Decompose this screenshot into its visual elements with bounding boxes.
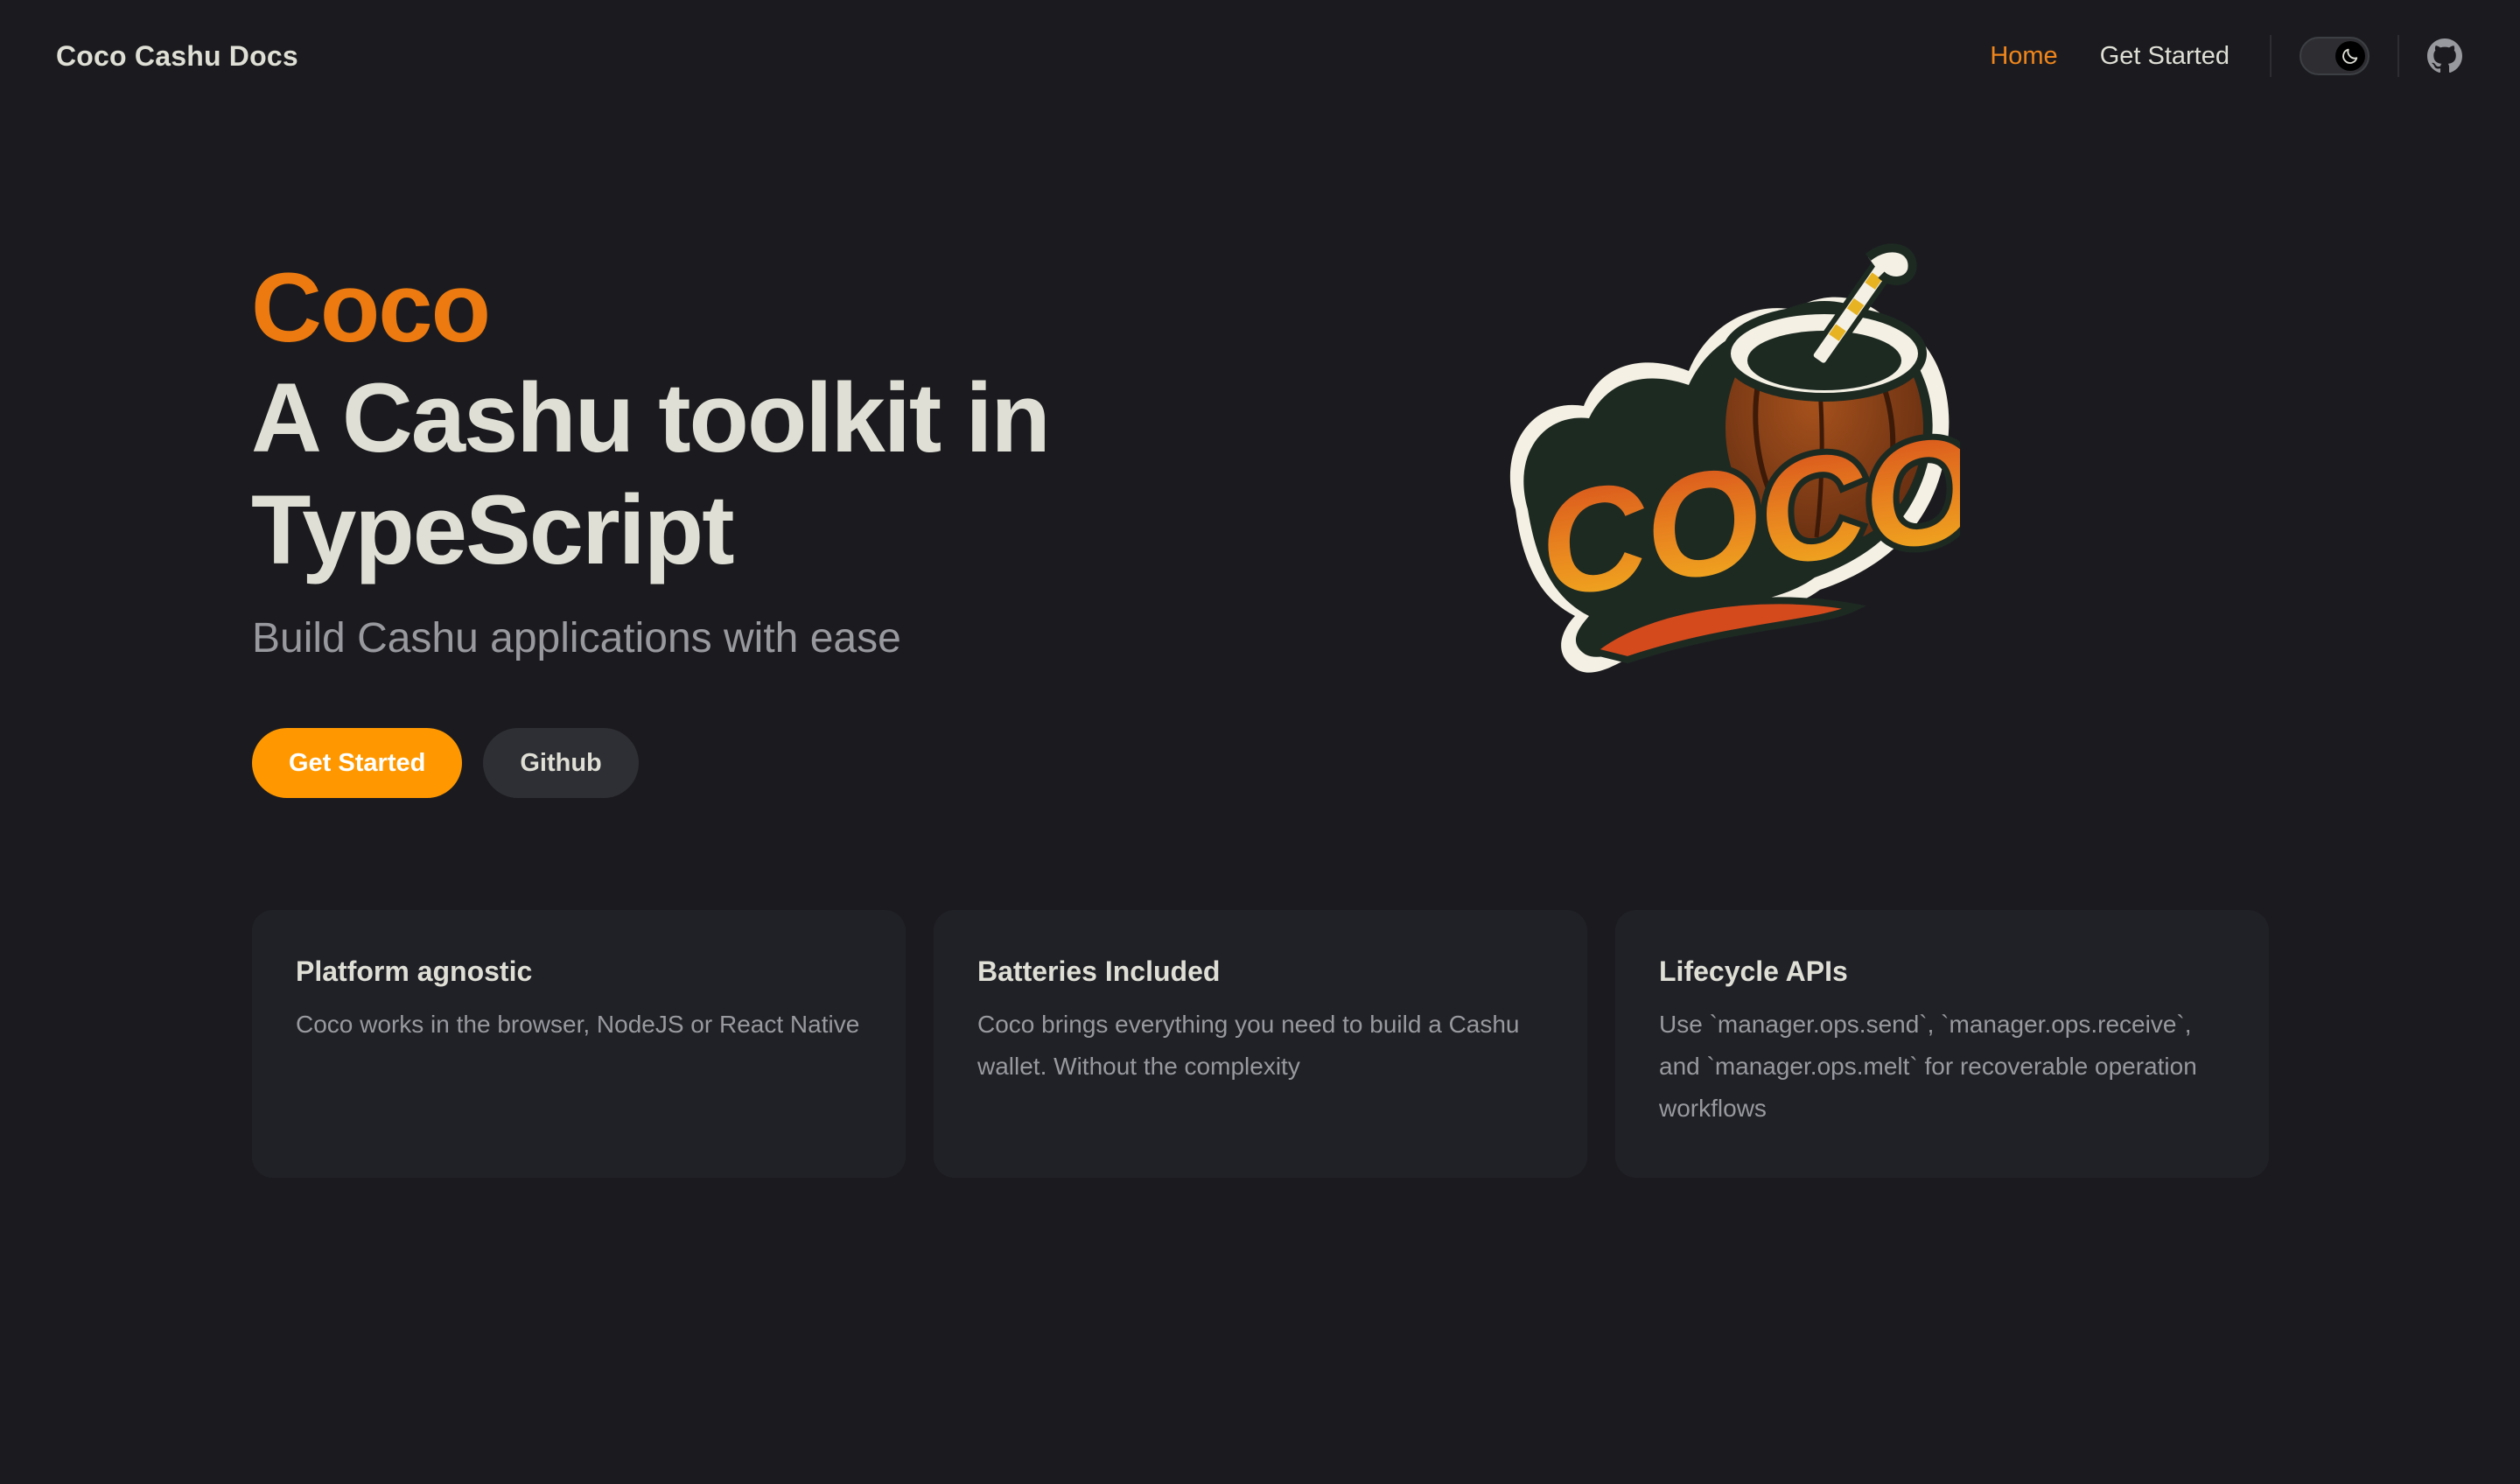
coco-logo: COCO [1509,243,1960,673]
feature-card: Batteries Included Coco brings everythin… [934,910,1587,1178]
features-grid: Platform agnostic Coco works in the brow… [252,910,2269,1178]
feature-details: Coco works in the browser, NodeJS or Rea… [296,1011,860,1038]
theme-toggle-switch[interactable] [2300,37,2370,75]
feature-card: Lifecycle APIs Use `manager.ops.send`, `… [1615,910,2269,1178]
hero-name: Coco [251,253,491,362]
feature-card: Platform agnostic Coco works in the brow… [252,910,906,1178]
github-button[interactable]: Github [483,728,639,798]
hero-actions: Get Started Github [252,728,639,798]
feature-details: Coco brings everything you need to build… [977,1011,1520,1080]
get-started-button[interactable]: Get Started [252,728,463,798]
site-title[interactable]: Coco Cashu Docs [56,40,298,73]
nav-right: Home Get Started [1969,0,2464,112]
github-icon[interactable] [2426,37,2464,75]
feature-details: Use `manager.ops.send`, `manager.ops.rec… [1659,1011,2197,1122]
top-navbar: Coco Cashu Docs Home Get Started [0,0,2520,112]
nav-link-home[interactable]: Home [1969,42,2078,71]
feature-title: Batteries Included [977,956,1221,987]
nav-divider [2270,35,2272,77]
hero-headline: A Cashu toolkit in TypeScript [251,363,1051,584]
nav-link-get-started[interactable]: Get Started [2079,42,2250,71]
moon-icon [2335,41,2365,71]
nav-divider [2398,35,2399,77]
feature-title: Lifecycle APIs [1659,956,1848,987]
feature-title: Platform agnostic [296,956,533,987]
hero-tagline: Build Cashu applications with ease [252,615,901,662]
